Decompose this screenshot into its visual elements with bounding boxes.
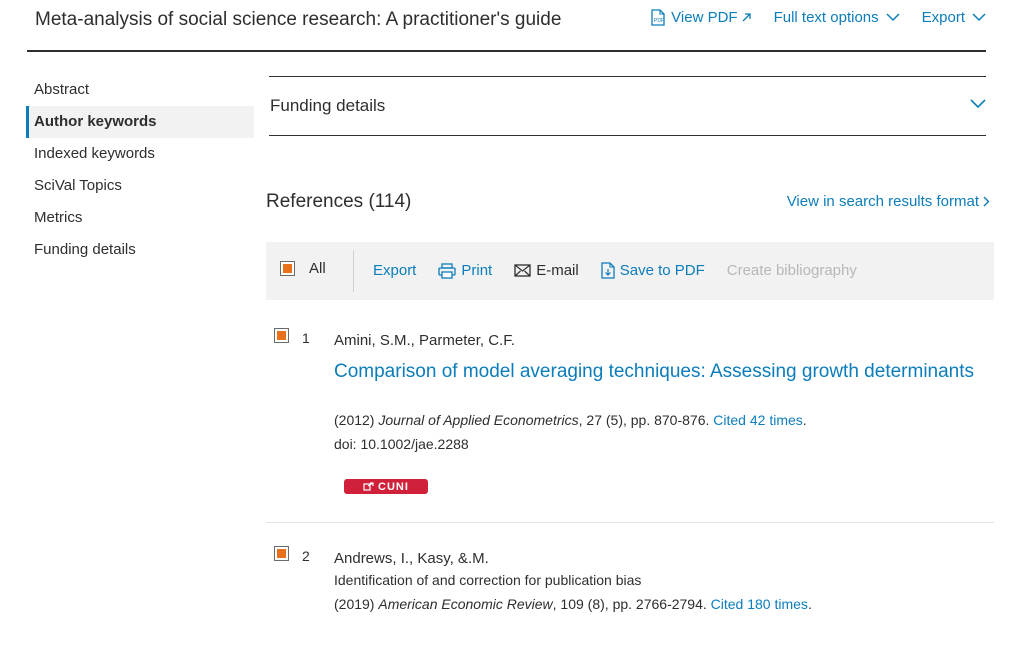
external-link-icon <box>363 482 374 491</box>
reference-item: 1 Amini, S.M., Parmeter, C.F. Comparison… <box>266 322 994 523</box>
sidebar-item-author-keywords[interactable]: Author keywords <box>26 106 254 138</box>
reference-number: 2 <box>302 548 310 564</box>
chevron-down-icon <box>972 13 986 22</box>
save-pdf-icon <box>601 262 615 279</box>
reference-number: 1 <box>302 330 310 346</box>
email-button-label: E-mail <box>536 262 579 279</box>
reference-journal: Journal of Applied Econometrics <box>378 412 579 428</box>
funding-details-label: Funding details <box>270 96 386 115</box>
export-label: Export <box>921 9 965 26</box>
reference-source: (2012) Journal of Applied Econometrics, … <box>334 412 807 428</box>
reference-item: 2 Andrews, I., Kasy, &.M. Identification… <box>266 540 994 640</box>
save-to-pdf-label: Save to PDF <box>619 262 705 279</box>
external-link-icon <box>742 13 751 22</box>
toolbar-actions: Export Print E-mail Save to PDF Create b… <box>373 262 879 279</box>
cuni-label: CUNI <box>378 480 409 493</box>
reference-details: , 109 (8), pp. 2766-2794. <box>552 596 707 612</box>
reference-authors: Amini, S.M., Parmeter, C.F. <box>334 332 515 349</box>
toolbar-divider <box>353 250 354 292</box>
chevron-down-icon <box>886 13 900 22</box>
pdf-file-icon: PDF <box>651 9 665 26</box>
chevron-down-icon[interactable] <box>970 99 986 109</box>
sidebar-nav: Abstract Author keywords Indexed keyword… <box>26 74 254 266</box>
chevron-right-icon <box>983 196 990 207</box>
sidebar-item-funding-details[interactable]: Funding details <box>26 234 254 266</box>
export-button-label: Export <box>373 262 417 279</box>
export-dropdown[interactable]: Export <box>922 9 986 26</box>
header-actions: PDF View PDF Full text options Export <box>629 9 986 26</box>
funding-details-section[interactable]: Funding details <box>269 76 986 136</box>
full-text-options-dropdown[interactable]: Full text options <box>774 9 900 26</box>
reference-year: (2012) <box>334 412 375 428</box>
save-to-pdf-button[interactable]: Save to PDF <box>601 262 705 279</box>
print-button[interactable]: Print <box>438 262 492 279</box>
reference-year: (2019) <box>334 596 375 612</box>
printer-icon <box>438 262 457 279</box>
cuni-link-button[interactable]: CUNI <box>344 479 428 494</box>
references-heading: References (114) <box>266 191 412 212</box>
view-pdf-link[interactable]: PDF View PDF <box>651 9 751 26</box>
select-all-label: All <box>309 260 326 277</box>
references-toolbar: All Export Print E-mail Save to PDF Crea… <box>266 242 994 300</box>
reference-details: , 27 (5), pp. 870-876. <box>578 412 710 428</box>
cited-by-link[interactable]: Cited 42 times <box>713 412 802 428</box>
document-header: Meta-analysis of social science research… <box>27 0 986 52</box>
view-pdf-label: View PDF <box>671 9 738 26</box>
reference-source: (2019) American Economic Review, 109 (8)… <box>334 596 812 612</box>
page-title: Meta-analysis of social science research… <box>35 9 562 30</box>
envelope-icon <box>514 264 531 277</box>
reference-authors: Andrews, I., Kasy, &.M. <box>334 550 489 567</box>
export-button[interactable]: Export <box>373 262 416 279</box>
sidebar-item-metrics[interactable]: Metrics <box>26 202 254 234</box>
period-text: . <box>802 412 807 428</box>
reference-title: Identification of and correction for pub… <box>334 572 642 588</box>
svg-text:PDF: PDF <box>654 18 664 24</box>
reference-title-link[interactable]: Comparison of model averaging techniques… <box>334 361 974 383</box>
reference-checkbox[interactable] <box>274 328 289 343</box>
sidebar-item-abstract[interactable]: Abstract <box>26 74 254 106</box>
reference-checkbox[interactable] <box>274 546 289 561</box>
reference-doi: doi: 10.1002/jae.2288 <box>334 436 469 452</box>
create-bibliography-button[interactable]: Create bibliography <box>727 262 857 279</box>
full-text-options-label: Full text options <box>773 9 879 26</box>
cited-by-link[interactable]: Cited 180 times <box>711 596 808 612</box>
email-button[interactable]: E-mail <box>514 262 579 279</box>
create-bibliography-label: Create bibliography <box>726 262 857 279</box>
select-all-checkbox[interactable]: All <box>280 260 326 277</box>
view-search-results-label: View in search results format <box>786 193 979 210</box>
sidebar-item-scival-topics[interactable]: SciVal Topics <box>26 170 254 202</box>
checkbox[interactable] <box>280 261 295 276</box>
view-search-results-link[interactable]: View in search results format <box>787 193 990 210</box>
print-button-label: Print <box>461 262 493 279</box>
period-text: . <box>807 596 812 612</box>
sidebar-item-indexed-keywords[interactable]: Indexed keywords <box>26 138 254 170</box>
reference-journal: American Economic Review <box>378 596 553 612</box>
